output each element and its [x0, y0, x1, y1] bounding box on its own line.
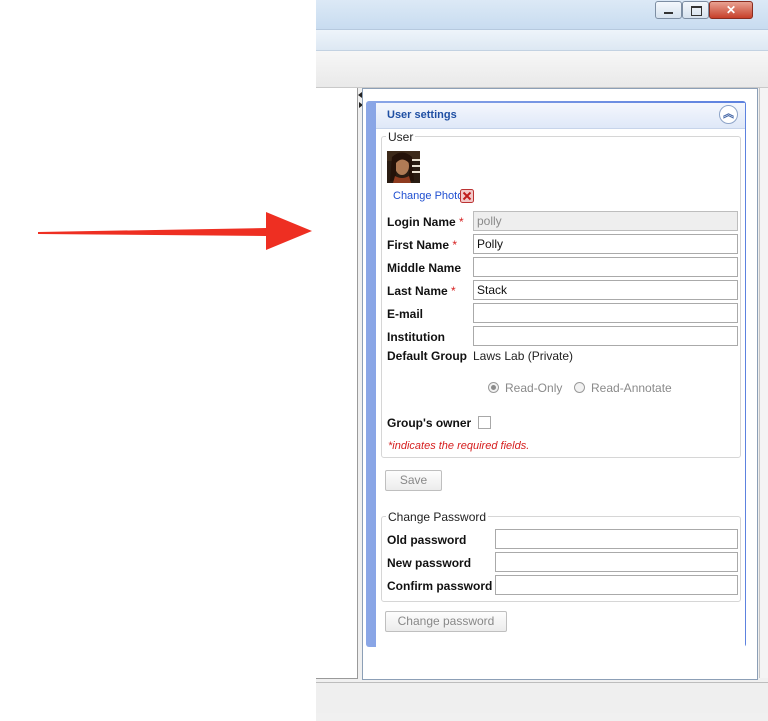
group-owner-checkbox[interactable]	[478, 416, 491, 429]
toolbar	[316, 51, 768, 88]
first-name-field[interactable]	[473, 234, 738, 254]
last-name-field[interactable]	[473, 280, 738, 300]
maximize-icon	[691, 6, 702, 16]
email-field[interactable]	[473, 303, 738, 323]
read-annotate-label: Read-Annotate	[591, 381, 672, 395]
default-group-label: Default Group	[387, 349, 467, 363]
panel-title: User settings	[387, 109, 457, 121]
read-annotate-radio	[574, 382, 585, 393]
status-bar	[316, 682, 768, 713]
required-marker: *	[451, 284, 456, 298]
close-button[interactable]: ✕	[709, 1, 753, 19]
minimize-button[interactable]	[655, 1, 682, 19]
delete-photo-icon[interactable]	[460, 189, 474, 203]
required-marker: *	[459, 215, 464, 229]
read-only-label: Read-Only	[505, 381, 563, 395]
panel-header: User settings ︽	[376, 103, 745, 129]
old-password-field[interactable]	[495, 529, 738, 549]
read-only-radio	[488, 382, 499, 393]
save-button[interactable]: Save	[385, 470, 442, 491]
old-password-label: Old password	[387, 533, 467, 547]
change-photo-link[interactable]: Change Photo	[393, 190, 463, 202]
new-password-field[interactable]	[495, 552, 738, 572]
collapse-panel-icon[interactable]: ︽	[719, 105, 738, 124]
maximize-button[interactable]	[682, 1, 709, 19]
last-name-label: Last Name *	[387, 284, 456, 298]
required-fields-note: *indicates the required fields.	[388, 440, 530, 452]
middle-name-label: Middle Name	[387, 261, 462, 275]
change-password-button[interactable]: Change password	[385, 611, 507, 632]
first-name-label: First Name *	[387, 238, 458, 252]
default-group-value: Laws Lab (Private)	[473, 349, 574, 363]
login-name-field	[473, 211, 738, 231]
confirm-password-field[interactable]	[495, 575, 738, 595]
email-label: E-mail	[387, 307, 424, 321]
menu-bar	[316, 30, 768, 51]
left-pane	[316, 88, 358, 679]
avatar	[387, 151, 420, 183]
required-marker: *	[452, 238, 458, 252]
title-bar: ✕	[316, 0, 768, 30]
close-icon: ✕	[725, 3, 737, 17]
user-legend: User	[386, 130, 416, 144]
login-name-label: Login Name *	[387, 215, 464, 229]
group-owner-label: Group's owner	[387, 416, 472, 430]
scrollbar-edge	[759, 88, 768, 678]
minimize-icon	[664, 12, 673, 14]
institution-label: Institution	[387, 330, 445, 344]
confirm-password-label: Confirm password	[387, 579, 493, 593]
institution-field[interactable]	[473, 326, 738, 346]
password-legend: Change Password	[386, 510, 489, 524]
new-password-label: New password	[387, 556, 472, 570]
middle-name-field[interactable]	[473, 257, 738, 277]
annotation-arrow	[38, 212, 312, 250]
